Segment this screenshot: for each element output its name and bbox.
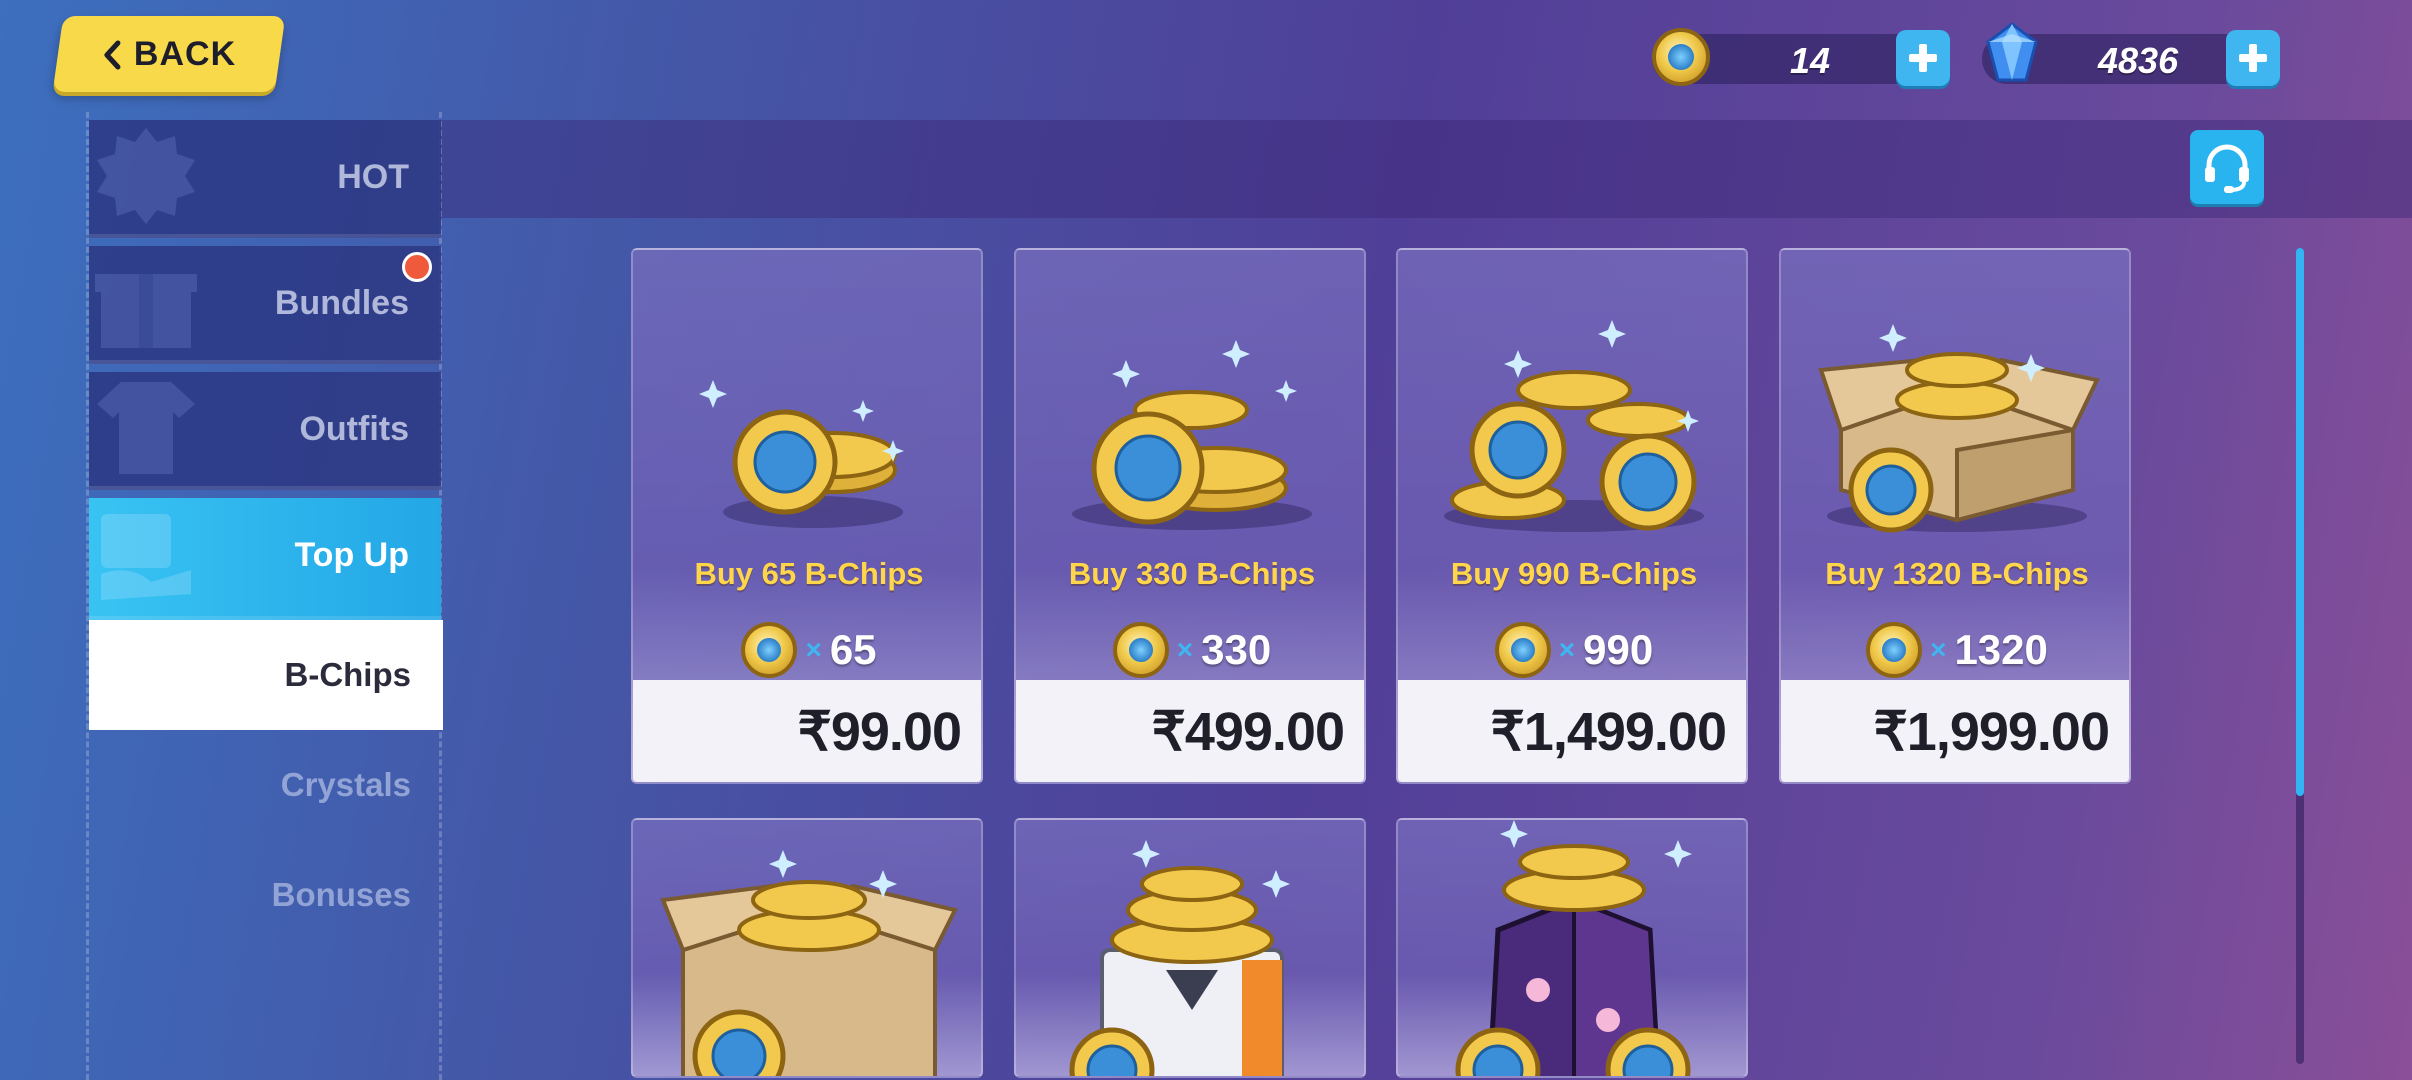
bchip-coin-icon — [741, 622, 798, 678]
sidebar-item-label: Outfits — [299, 410, 409, 448]
crystals-amount: 4836 — [2098, 40, 2179, 81]
category-sidebar: HOT Bundles Outfits Top Up B-Chips Cryst… — [86, 112, 443, 1080]
plus-icon — [2239, 44, 2267, 72]
bchips-balance: 14 — [1652, 28, 1928, 86]
subtab-crystals[interactable]: Crystals — [89, 730, 443, 840]
bchip-coin-icon — [1494, 622, 1551, 678]
coin-chest-icon — [1455, 820, 1692, 1076]
quantity-value: 1320 — [1954, 626, 2048, 673]
sidebar-item-label: HOT — [337, 158, 409, 196]
scrollbar-thumb[interactable] — [2296, 248, 2304, 796]
price-bar: ₹1,999.00 — [1781, 680, 2129, 782]
outfit-icon — [97, 382, 195, 474]
product-card[interactable] — [631, 818, 983, 1078]
plus-icon — [1909, 44, 1937, 72]
add-crystals-button[interactable] — [2226, 30, 2280, 86]
quantity-value: 65 — [829, 626, 877, 673]
sidebar-item-outfits[interactable]: Outfits — [89, 372, 441, 490]
sidebar-item-top-up[interactable]: Top Up — [89, 498, 441, 620]
sidebar-item-label: Top Up — [294, 536, 409, 574]
bchip-coin-icon — [1112, 622, 1169, 678]
price-bar: ₹499.00 — [1016, 680, 1364, 782]
back-label: BACK — [133, 34, 237, 73]
product-title: Buy 65 B-Chips — [694, 556, 924, 591]
coin-box-icon — [1818, 324, 2100, 533]
add-bchips-button[interactable] — [1896, 30, 1950, 86]
top-up-icon — [101, 514, 191, 600]
quantity-value: 330 — [1201, 626, 1272, 673]
product-quantity: × 65 — [633, 620, 981, 680]
sidebar-item-bundles[interactable]: Bundles — [89, 246, 441, 364]
product-quantity: × 990 — [1398, 620, 1746, 680]
quantity-value: 990 — [1583, 626, 1654, 673]
subtab-bchips[interactable]: B-Chips — [89, 620, 443, 730]
product-title: Buy 330 B-Chips — [1068, 556, 1316, 591]
headset-icon — [2205, 144, 2249, 193]
back-button[interactable]: BACK — [52, 16, 286, 92]
product-card[interactable]: Buy 1320 B-Chips × 1320 ₹1,999.00 — [1779, 248, 2131, 784]
coin-crate-icon — [1069, 840, 1290, 1076]
product-card[interactable] — [1014, 818, 1366, 1078]
product-title: Buy 990 B-Chips — [1450, 556, 1698, 591]
subtab-bonuses[interactable]: Bonuses — [89, 840, 443, 950]
chevron-left-icon — [104, 39, 121, 69]
crystals-balance: 4836 — [1982, 22, 2260, 84]
product-card[interactable]: Buy 65 B-Chips × 65 ₹99.00 — [631, 248, 983, 784]
product-price: ₹1,999.00 — [1873, 702, 2110, 762]
crystal-gem-icon — [1986, 22, 2038, 82]
sidebar-item-hot[interactable]: HOT — [89, 120, 441, 238]
price-bar: ₹99.00 — [633, 680, 981, 782]
coin-pile-icon — [699, 380, 904, 528]
bundles-notification-dot — [402, 252, 432, 282]
product-quantity: × 1320 — [1781, 620, 2129, 680]
sidebar-item-label: Bundles — [274, 284, 409, 322]
product-card[interactable]: Buy 330 B-Chips × 330 ₹499.00 — [1014, 248, 1366, 784]
subtab-label: Crystals — [280, 766, 411, 803]
gift-icon — [95, 274, 197, 348]
subtab-label: B-Chips — [284, 656, 412, 693]
product-price: ₹99.00 — [797, 702, 962, 762]
bchip-coin-icon — [1866, 622, 1923, 678]
coin-box-icon — [660, 850, 958, 1076]
bchip-coin-icon — [1652, 28, 1710, 86]
product-title: Buy 1320 B-Chips — [1825, 556, 2089, 591]
subtab-label: Bonuses — [271, 876, 411, 913]
header-subbar — [440, 120, 2412, 218]
coin-pile-icon — [1072, 340, 1312, 530]
product-card[interactable] — [1396, 818, 1748, 1078]
coin-pile-icon — [1444, 320, 1704, 532]
price-bar: ₹1,499.00 — [1398, 680, 1746, 782]
customer-support-button[interactable] — [2190, 130, 2264, 204]
product-price: ₹1,499.00 — [1490, 702, 1727, 762]
bchips-amount: 14 — [1790, 40, 1831, 81]
product-card[interactable]: Buy 990 B-Chips × 990 ₹1,499.00 — [1396, 248, 1748, 784]
hot-badge-icon — [97, 128, 195, 224]
product-quantity: × 330 — [1016, 620, 1364, 680]
product-price: ₹499.00 — [1151, 702, 1345, 762]
